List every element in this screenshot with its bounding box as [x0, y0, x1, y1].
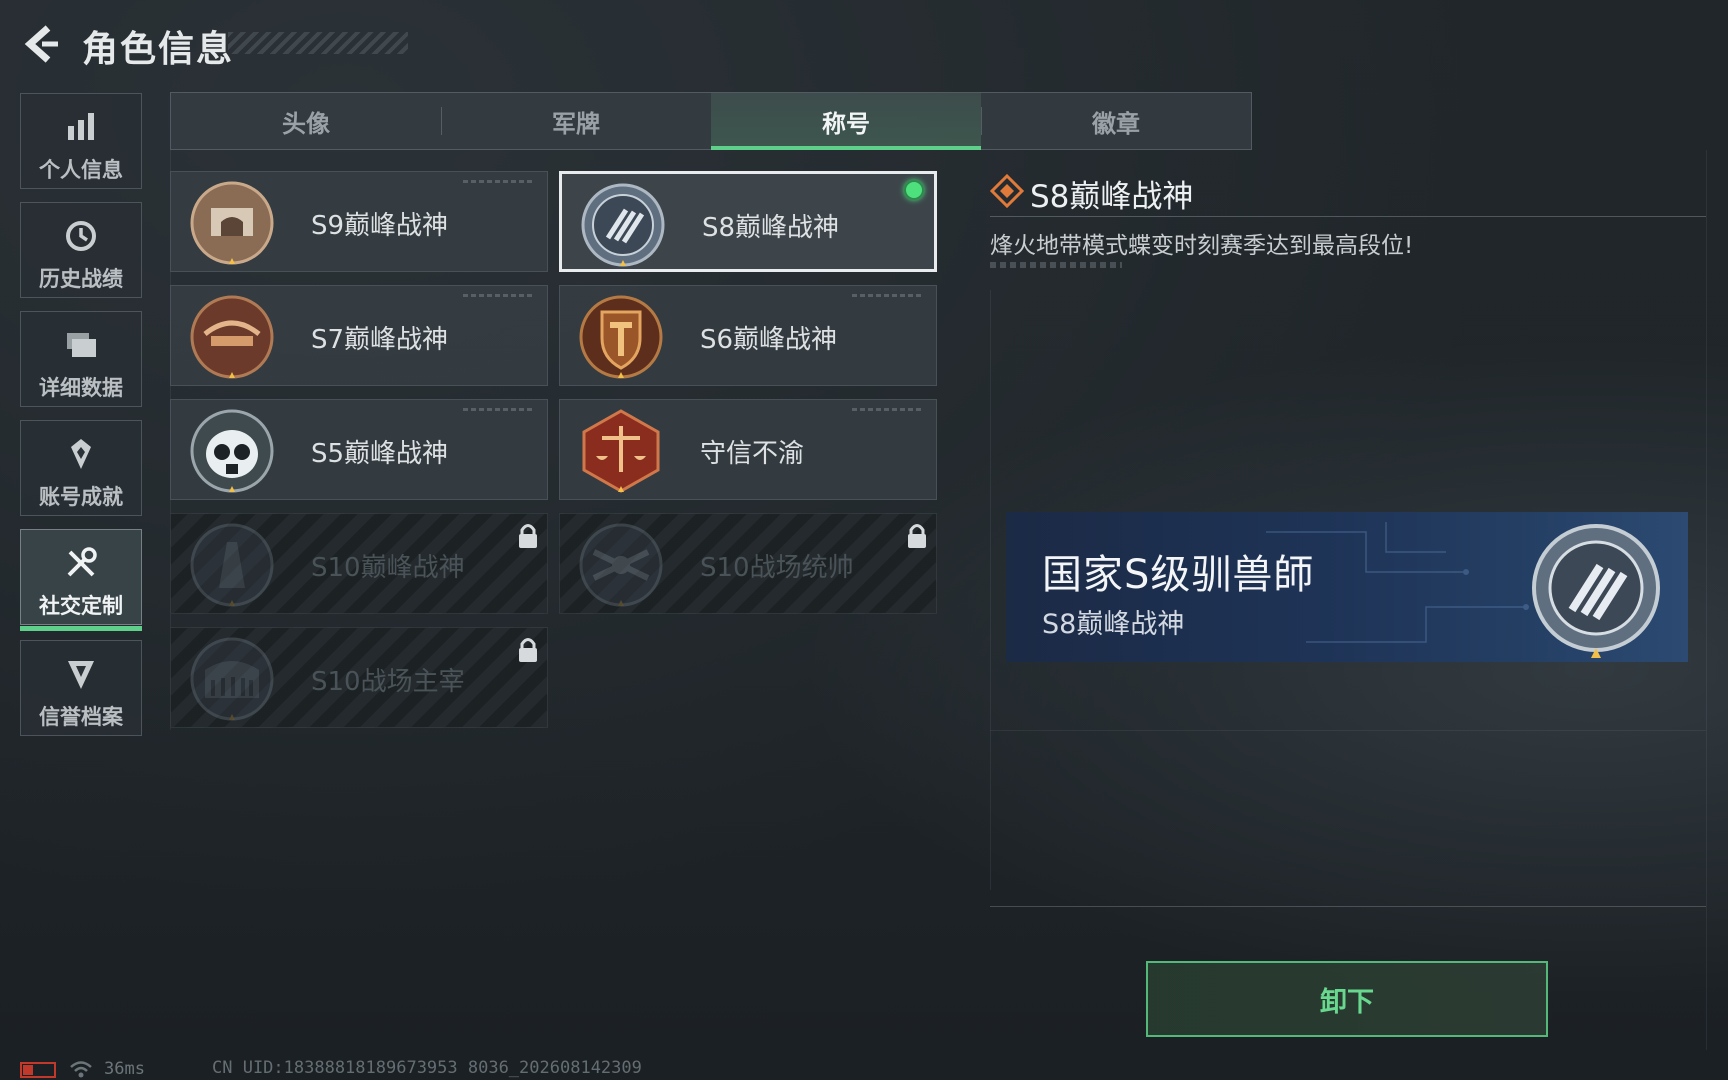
title-preview-banner: 国家S级驯兽師 S8巅峰战神	[1006, 512, 1688, 662]
battery-icon	[20, 1062, 56, 1078]
tower-emblem-icon	[190, 523, 274, 607]
back-button[interactable]	[20, 22, 60, 66]
wifi-icon	[70, 1061, 92, 1078]
sidebar-item-label: 详细数据	[39, 376, 123, 400]
title-name: 守信不渝	[700, 439, 805, 469]
bar-chart-icon	[21, 110, 141, 144]
title-decoration	[228, 32, 408, 54]
title-rank-icon	[990, 174, 1024, 208]
title-card-s6[interactable]: S6巅峰战神	[559, 285, 937, 386]
sidebar-item-personal-info[interactable]: 个人信息	[20, 93, 142, 189]
unequip-button[interactable]: 卸下	[1146, 961, 1548, 1037]
tab-badge[interactable]: 徽章	[981, 93, 1251, 149]
title-card-s10-commander[interactable]: S10战场统帅	[559, 513, 937, 614]
preview-title: S8巅峰战神	[1042, 609, 1185, 640]
gasmask-skull-emblem-icon	[190, 409, 274, 493]
s8-stripes-emblem-icon	[1532, 524, 1660, 658]
title-card-s5[interactable]: S5巅峰战神	[170, 399, 548, 500]
tab-dog-tag[interactable]: 军牌	[441, 93, 711, 149]
tab-title[interactable]: 称号	[711, 93, 981, 150]
sidebar-item-label: 历史战绩	[39, 267, 123, 291]
category-tabs: 头像 军牌 称号 徽章	[170, 92, 1252, 150]
title-card-s10-peak[interactable]: S10巅峰战神	[170, 513, 548, 614]
back-arrow-icon	[24, 25, 58, 63]
drone-emblem-icon	[579, 523, 663, 607]
uid-text: CN UID:18388818189673953 8036_2026081423…	[212, 1058, 642, 1078]
arch-emblem-icon	[190, 181, 274, 265]
card-decoration	[852, 294, 922, 297]
detail-description: 烽火地带模式蝶变时刻赛季达到最高段位!	[990, 233, 1414, 259]
preview-player-name: 国家S级驯兽師	[1042, 552, 1315, 598]
title-name: S10战场统帅	[700, 553, 854, 583]
detail-decoration	[990, 262, 1122, 268]
card-decoration	[463, 408, 533, 411]
title-card-s7[interactable]: S7巅峰战神	[170, 285, 548, 386]
title-name: S8巅峰战神	[702, 213, 840, 243]
title-name: S10巅峰战神	[311, 553, 465, 583]
history-clock-icon	[21, 219, 141, 253]
ping-value: 36ms	[104, 1059, 145, 1079]
lock-icon	[908, 524, 926, 548]
title-name: S5巅峰战神	[311, 439, 449, 469]
crossbow-emblem-icon	[190, 295, 274, 379]
shield-t-emblem-icon	[579, 295, 663, 379]
title-card-s9[interactable]: S9巅峰战神	[170, 171, 548, 272]
folder-icon	[21, 328, 141, 362]
sidebar-item-reputation[interactable]: 信誉档案	[20, 640, 142, 736]
title-name: S6巅峰战神	[700, 325, 838, 355]
colosseum-emblem-icon	[190, 637, 274, 721]
divider	[990, 906, 1706, 907]
title-card-s10-master[interactable]: S10战场主宰	[170, 627, 548, 728]
detail-title: S8巅峰战神	[1030, 179, 1194, 215]
sidebar-item-history[interactable]: 历史战绩	[20, 202, 142, 298]
sidebar-item-label: 个人信息	[39, 158, 123, 182]
achievement-icon	[21, 437, 141, 471]
title-name: S9巅峰战神	[311, 211, 449, 241]
lock-icon	[519, 638, 537, 662]
sidebar-item-social-custom[interactable]: 社交定制	[20, 529, 142, 631]
reputation-icon	[21, 657, 141, 691]
sidebar-item-achievements[interactable]: 账号成就	[20, 420, 142, 516]
tab-avatar[interactable]: 头像	[171, 93, 441, 149]
s8-stripes-emblem-icon	[581, 183, 665, 267]
page-title: 角色信息	[82, 29, 235, 70]
title-name: S10战场主宰	[311, 667, 465, 697]
card-decoration	[463, 180, 533, 183]
title-card-s8[interactable]: S8巅峰战神	[559, 171, 937, 272]
card-decoration	[463, 294, 533, 297]
sidebar-item-label: 社交定制	[39, 594, 123, 618]
card-decoration	[852, 408, 922, 411]
lock-icon	[519, 524, 537, 548]
sidebar-item-detailed-data[interactable]: 详细数据	[20, 311, 142, 407]
title-card-integrity[interactable]: 守信不渝	[559, 399, 937, 500]
equipped-indicator	[904, 180, 924, 200]
scales-emblem-icon	[582, 409, 660, 493]
sidebar-item-label: 账号成就	[39, 485, 123, 509]
status-bar: 36ms	[20, 1058, 145, 1080]
divider	[990, 216, 1706, 217]
sidebar-item-label: 信誉档案	[39, 705, 123, 729]
title-name: S7巅峰战神	[311, 325, 449, 355]
tools-icon	[21, 546, 141, 580]
